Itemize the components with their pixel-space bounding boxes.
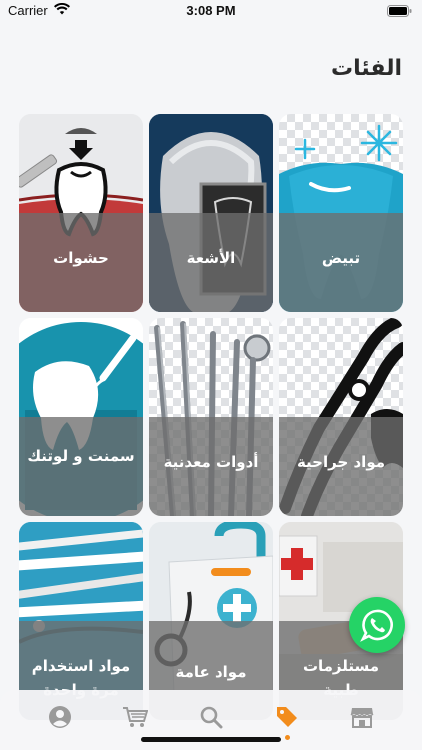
category-card-whitening[interactable]: تبيض — [279, 114, 403, 312]
tab-search[interactable] — [196, 702, 226, 732]
category-label: الأشعة — [186, 249, 236, 267]
search-icon — [200, 706, 223, 729]
category-label: مواد جراحية — [296, 453, 386, 471]
cart-icon — [123, 707, 148, 727]
tab-store[interactable] — [347, 702, 377, 732]
status-time: 3:08 PM — [186, 3, 236, 18]
category-label: تبيض — [321, 249, 361, 267]
store-icon — [350, 708, 374, 728]
category-label: مواد عامة — [175, 663, 247, 681]
category-card-surgical[interactable]: مواد جراحية — [279, 318, 403, 516]
category-card-fillings[interactable]: حشوات — [19, 114, 143, 312]
battery-icon — [387, 5, 412, 17]
category-card-cement[interactable]: سمنت و لوتنك — [19, 318, 143, 516]
page-title: الفئات — [331, 56, 402, 81]
profile-icon — [49, 706, 71, 728]
tag-icon — [277, 707, 297, 727]
category-label: سمنت و لوتنك — [27, 447, 135, 465]
category-card-metal-tools[interactable]: أدوات معدنية — [149, 318, 273, 516]
category-grid: تبيض الأشعة حشوات مواد جراحية أدوات معدن… — [19, 114, 403, 720]
status-bar: Carrier 3:08 PM — [0, 0, 422, 24]
tab-cart[interactable] — [120, 702, 150, 732]
category-label: حشوات — [53, 249, 109, 267]
category-label: أدوات معدنية — [163, 453, 259, 471]
home-indicator — [141, 737, 281, 742]
whatsapp-button[interactable] — [349, 597, 405, 653]
tab-profile[interactable] — [45, 702, 75, 732]
tab-categories[interactable] — [272, 702, 302, 732]
active-tab-indicator — [285, 735, 290, 740]
whatsapp-icon — [360, 609, 393, 642]
category-card-xray[interactable]: الأشعة — [149, 114, 273, 312]
